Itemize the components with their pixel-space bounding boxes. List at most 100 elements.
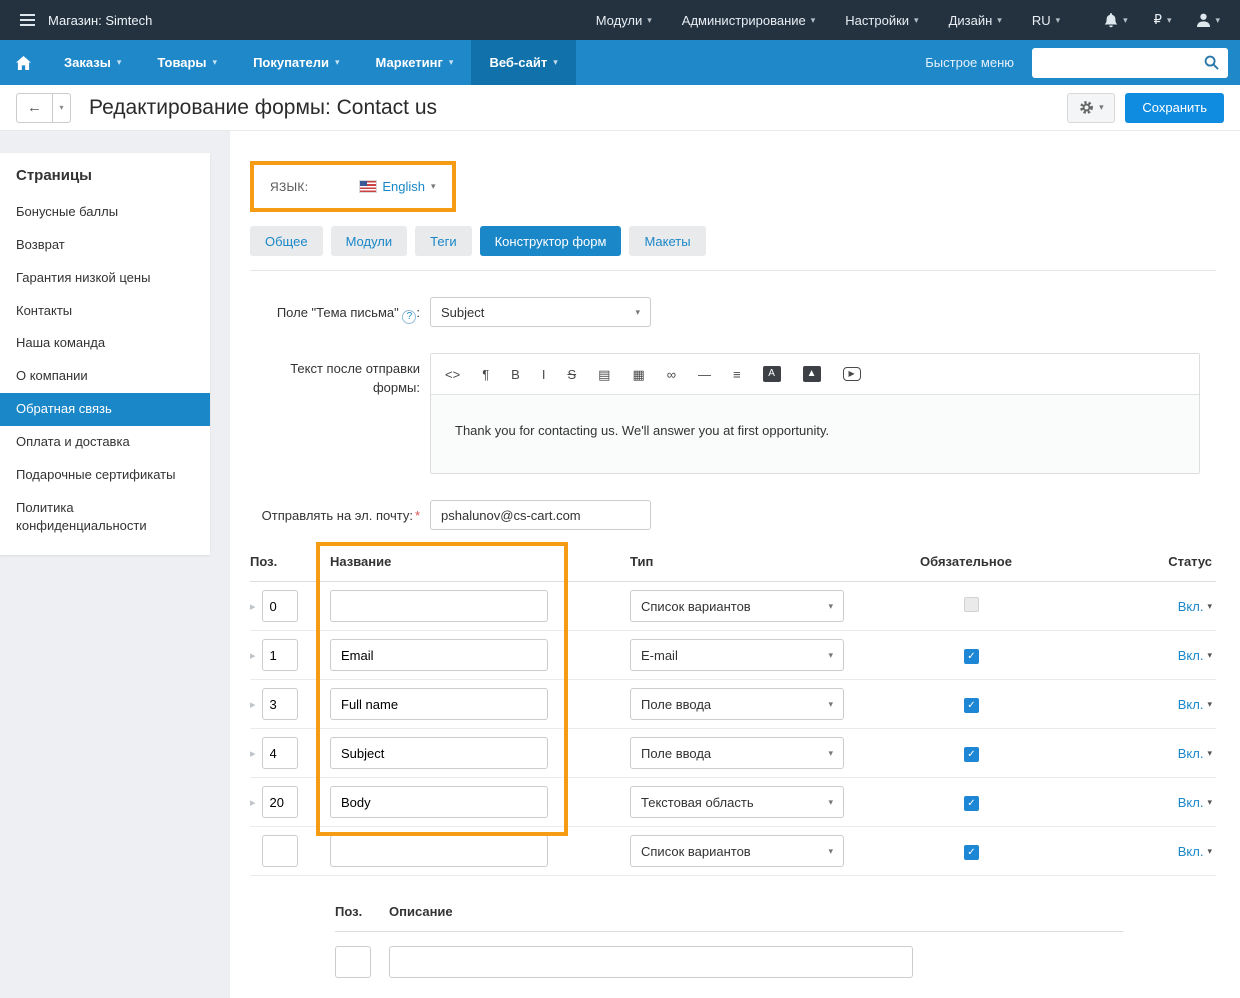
- variant-description-input[interactable]: [389, 946, 913, 978]
- topbar-menu[interactable]: Модули▾: [596, 13, 652, 28]
- status-dropdown[interactable]: Вкл.▾: [1178, 697, 1212, 712]
- settings-button[interactable]: ▾: [1067, 93, 1115, 123]
- sidebar-item[interactable]: Политика конфиденциальности: [0, 492, 210, 544]
- position-input[interactable]: [262, 737, 298, 769]
- required-checkbox[interactable]: [964, 597, 979, 612]
- tab[interactable]: Конструктор форм: [480, 226, 622, 256]
- name-input[interactable]: [330, 688, 548, 720]
- type-select[interactable]: Список вариантов▾: [630, 835, 844, 867]
- nav-item[interactable]: Товары▾: [139, 40, 235, 85]
- topbar-menu[interactable]: Администрирование▾: [682, 13, 816, 28]
- required-checkbox[interactable]: ✓: [964, 649, 979, 664]
- topbar-menu[interactable]: Дизайн▾: [949, 13, 1002, 28]
- position-input[interactable]: [262, 786, 298, 818]
- search-button[interactable]: [1194, 48, 1228, 78]
- name-input[interactable]: [330, 786, 548, 818]
- nav-item[interactable]: Маркетинг▾: [358, 40, 472, 85]
- strikethrough-icon[interactable]: S: [567, 368, 576, 381]
- store-label[interactable]: Магазин: Simtech: [48, 13, 152, 28]
- sidebar-item[interactable]: Обратная связь: [0, 393, 210, 426]
- divider: [250, 270, 1216, 271]
- topbar-menu[interactable]: RU▾: [1032, 13, 1060, 28]
- nav-item[interactable]: Заказы▾: [46, 40, 139, 85]
- user-menu[interactable]: ▾: [1197, 13, 1220, 27]
- chevron-down-icon: ▾: [828, 602, 833, 611]
- paragraph-icon[interactable]: ¶: [482, 368, 489, 381]
- position-input[interactable]: [262, 639, 298, 671]
- tab[interactable]: Макеты: [629, 226, 705, 256]
- drag-handle-icon[interactable]: ▸: [250, 649, 256, 662]
- required-checkbox[interactable]: ✓: [964, 698, 979, 713]
- status-dropdown[interactable]: Вкл.▾: [1178, 648, 1212, 663]
- sidebar-item[interactable]: Подарочные сертификаты: [0, 459, 210, 492]
- store-menu-icon[interactable]: [20, 14, 35, 26]
- status-dropdown[interactable]: Вкл.▾: [1178, 746, 1212, 761]
- drag-handle-icon[interactable]: ▸: [250, 698, 256, 711]
- type-select[interactable]: Поле ввода▾: [630, 737, 844, 769]
- type-select[interactable]: Текстовая область▾: [630, 786, 844, 818]
- currency-menu[interactable]: ₽ ▾: [1154, 12, 1172, 28]
- align-icon[interactable]: ≡: [733, 368, 741, 381]
- name-input[interactable]: [330, 639, 548, 671]
- image-icon[interactable]: ▲: [803, 366, 821, 382]
- type-select[interactable]: Список вариантов▾: [630, 590, 844, 622]
- language-dropdown[interactable]: English ▾: [360, 179, 435, 194]
- type-select[interactable]: Поле ввода▾: [630, 688, 844, 720]
- sidebar-item[interactable]: О компании: [0, 360, 210, 393]
- sidebar-item[interactable]: Бонусные баллы: [0, 196, 210, 229]
- name-input[interactable]: [330, 737, 548, 769]
- required-checkbox[interactable]: ✓: [964, 845, 979, 860]
- nav-item[interactable]: Покупатели▾: [235, 40, 357, 85]
- position-input[interactable]: [262, 835, 298, 867]
- drag-handle-icon[interactable]: ▸: [250, 600, 256, 613]
- position-input[interactable]: [262, 688, 298, 720]
- status-dropdown[interactable]: Вкл.▾: [1178, 795, 1212, 810]
- home-button[interactable]: [0, 40, 46, 85]
- italic-icon[interactable]: I: [542, 368, 546, 381]
- back-dropdown[interactable]: ▾: [53, 93, 71, 123]
- chevron-down-icon: ▾: [828, 798, 833, 807]
- tab[interactable]: Модули: [331, 226, 408, 256]
- tab[interactable]: Общее: [250, 226, 323, 256]
- nav-item[interactable]: Веб-сайт▾: [471, 40, 575, 85]
- required-checkbox[interactable]: ✓: [964, 796, 979, 811]
- table-icon[interactable]: ▦: [632, 368, 644, 381]
- variant-position-input[interactable]: [335, 946, 371, 978]
- type-select[interactable]: E-mail▾: [630, 639, 844, 671]
- horizontal-rule-icon[interactable]: —: [698, 368, 711, 381]
- source-code-icon[interactable]: <>: [445, 368, 460, 381]
- notifications-menu[interactable]: ▾: [1104, 13, 1128, 28]
- bold-icon[interactable]: B: [511, 368, 520, 381]
- help-icon[interactable]: ?: [402, 310, 416, 324]
- subject-field-label: Поле "Тема письма" ?:: [250, 297, 420, 327]
- name-input[interactable]: [330, 590, 548, 622]
- editor-content[interactable]: Thank you for contacting us. We'll answe…: [431, 395, 1199, 473]
- video-icon[interactable]: ▶: [843, 367, 861, 381]
- status-dropdown[interactable]: Вкл.▾: [1178, 599, 1212, 614]
- sidebar-item[interactable]: Наша команда: [0, 327, 210, 360]
- page-header: ← ▾ Редактирование формы: Contact us ▾ С…: [0, 85, 1240, 131]
- quick-menu-link[interactable]: Быстрое меню: [925, 55, 1014, 70]
- sidebar-item[interactable]: Возврат: [0, 229, 210, 262]
- topbar-menu[interactable]: Настройки▾: [845, 13, 918, 28]
- search-input[interactable]: [1032, 55, 1194, 70]
- save-button[interactable]: Сохранить: [1125, 93, 1224, 123]
- sidebar-item[interactable]: Гарантия низкой цены: [0, 262, 210, 295]
- email-input[interactable]: [430, 500, 651, 530]
- link-icon[interactable]: ∞: [667, 368, 676, 381]
- sidebar-item[interactable]: Контакты: [0, 295, 210, 328]
- back-button[interactable]: ←: [16, 93, 53, 123]
- status-dropdown[interactable]: Вкл.▾: [1178, 844, 1212, 859]
- unordered-list-icon[interactable]: ▤: [598, 368, 610, 381]
- sidebar-item[interactable]: Оплата и доставка: [0, 426, 210, 459]
- required-checkbox[interactable]: ✓: [964, 747, 979, 762]
- subject-field-select[interactable]: Subject ▾: [430, 297, 651, 327]
- drag-handle-icon[interactable]: ▸: [250, 796, 256, 809]
- position-input[interactable]: [262, 590, 298, 622]
- chevron-down-icon: ▾: [635, 308, 640, 317]
- drag-handle-icon[interactable]: ▸: [250, 747, 256, 760]
- sidebar: Страницы Бонусные баллыВозвратГарантия н…: [0, 131, 230, 998]
- tab[interactable]: Теги: [415, 226, 471, 256]
- name-input[interactable]: [330, 835, 548, 867]
- font-color-icon[interactable]: A: [763, 366, 781, 382]
